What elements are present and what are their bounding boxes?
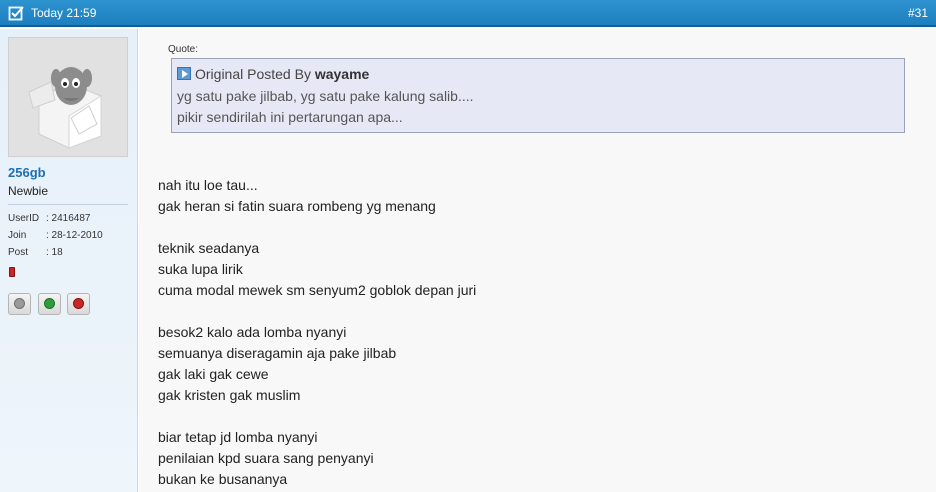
user-sidebar: 256gb Newbie UserID : 2416487 Join : 28-12… [0,29,138,492]
stat-post: Post : 18 [8,247,63,258]
stat-label: Join [8,230,27,241]
message-line: penilaian kpd suara sang penyanyi [158,450,374,466]
post-header: Today 21:59 #31 [0,0,936,27]
report-post-button[interactable] [67,293,91,315]
message-line: gak heran si fatin suara rombeng yg mena… [158,198,436,214]
quote-line: yg satu pake jilbab, yg satu pake kalung… [177,88,474,104]
message-line: teknik seadanya [158,240,260,256]
view-post-icon[interactable] [177,67,191,80]
message-line: besok2 kalo ada lomba nyanyi [158,324,347,340]
quote-prefix: Original Posted By [195,66,311,82]
stat-label: UserID [8,213,40,224]
post-date: Today 21:59 [31,6,97,20]
offline-status-icon [14,298,25,309]
stat-userid: UserID : 2416487 [8,213,91,224]
stat-value: : 28-12-2010 [46,230,103,241]
message-line: biar tetap jd lomba nyanyi [158,429,318,445]
give-reputation-button[interactable] [37,293,61,315]
quote-header: Original Posted By wayame [177,66,369,82]
stat-label: Post [8,247,29,258]
user-rank: Newbie [8,184,49,198]
message-line: cuma modal mewek sm senyum2 goblok depan… [158,282,477,298]
message-line: nah itu loe tau... [158,177,258,193]
quote-box: Original Posted By wayame yg satu pake j… [171,58,905,133]
default-avatar-icon [28,67,102,149]
message-line: suka lupa lirik [158,261,243,277]
username-link[interactable]: 256gb [8,165,46,180]
offline-status-button[interactable] [8,293,31,315]
message-line: gak kristen gak muslim [158,387,301,403]
quote-author: wayame [314,66,370,82]
post-number-link[interactable]: #31 [908,6,928,20]
checkbox-icon [8,6,24,21]
divider [8,204,128,205]
post-content: Quote: Original Posted By wayame yg satu… [139,29,936,492]
give-reputation-icon [43,298,55,309]
quote-label: Quote: [168,44,199,55]
stat-value: : 18 [46,247,63,258]
stat-value: : 2416487 [46,213,91,224]
message-line: bukan ke busananya [158,471,288,487]
stat-join: Join : 28-12-2010 [8,230,103,241]
report-post-icon [73,298,85,309]
quote-line: pikir sendirilah ini pertarungan apa... [177,109,403,125]
avatar[interactable] [8,37,128,157]
reputation-bar [9,267,15,277]
message-line: gak laki gak cewe [158,366,269,382]
message-line: semuanya diseragamin aja pake jilbab [158,345,397,361]
user-actions [8,293,93,318]
